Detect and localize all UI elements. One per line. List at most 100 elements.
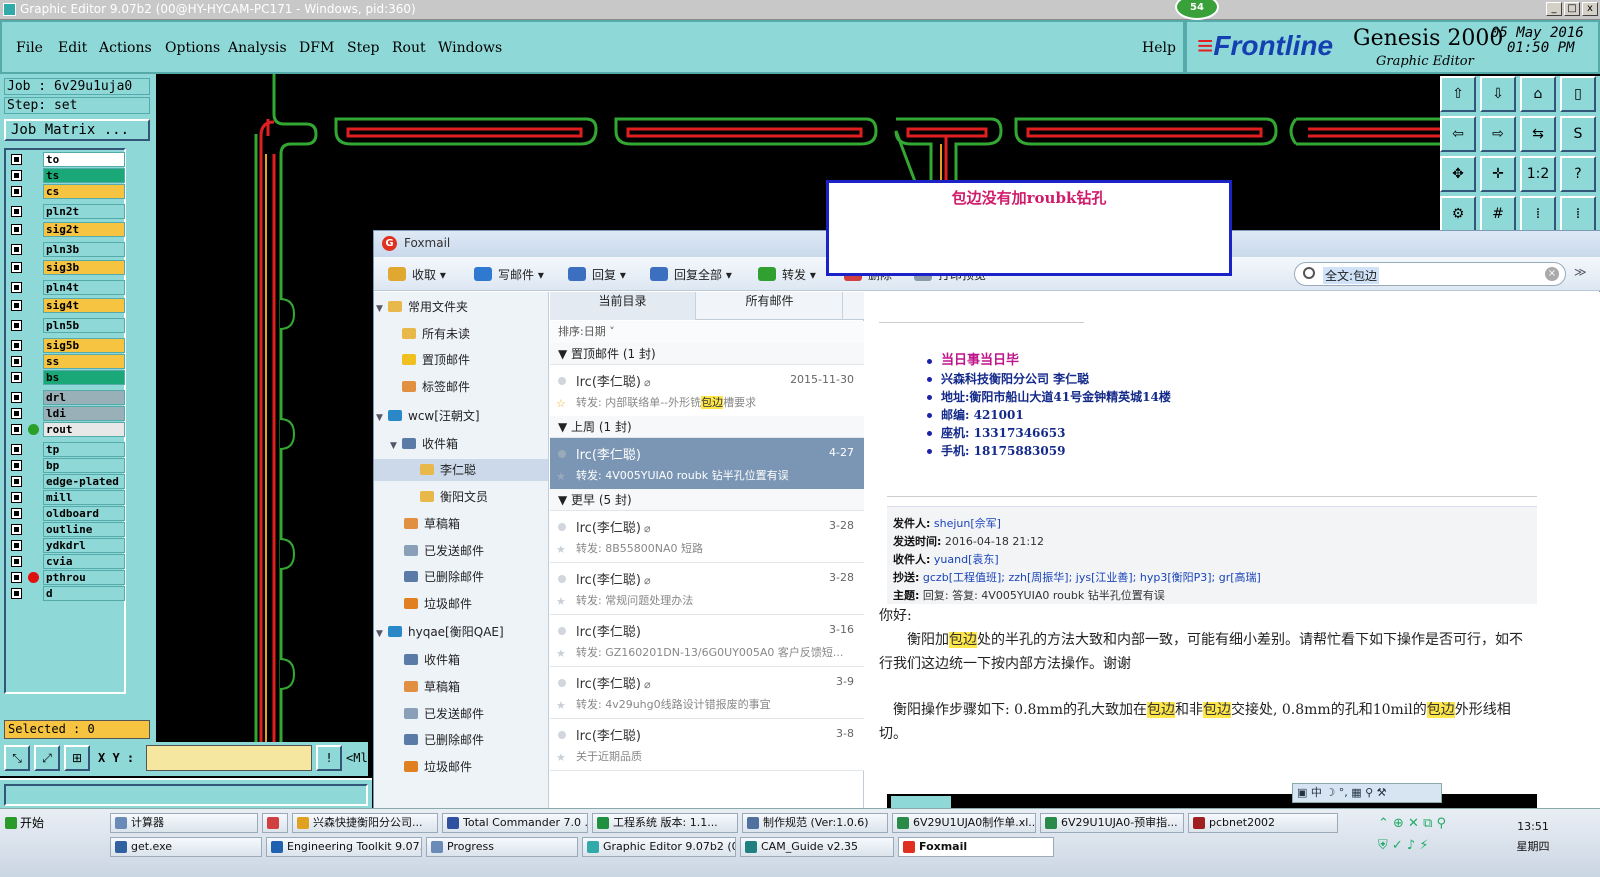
layer-row-bs[interactable]: bs <box>9 370 127 385</box>
layer-checkbox[interactable] <box>11 170 22 181</box>
layer-name[interactable]: sig2t <box>43 222 125 237</box>
layer-checkbox[interactable] <box>11 392 22 403</box>
menu-options[interactable]: Options <box>165 40 220 56</box>
menu-actions[interactable]: Actions <box>99 40 152 56</box>
layer-row-pln4t[interactable]: pln4t <box>9 280 127 295</box>
grid-view-icon[interactable]: # <box>1480 196 1516 232</box>
layer-checkbox[interactable] <box>11 524 22 535</box>
tool-icon[interactable]: ⚙ <box>1440 196 1476 232</box>
folder-unread[interactable]: 所有未读 <box>402 323 470 345</box>
layer-name[interactable]: pln5b <box>43 318 125 333</box>
layer-checkbox[interactable] <box>11 408 22 419</box>
folder-starred[interactable]: 置顶邮件 <box>402 349 470 371</box>
layer-row-ss[interactable]: ss <box>9 354 127 369</box>
layer-name[interactable]: bp <box>43 458 125 473</box>
star-icon[interactable]: ★ <box>556 595 566 608</box>
folder-drafts2[interactable]: 草稿箱 <box>404 676 460 698</box>
menu-rout[interactable]: Rout <box>392 40 426 56</box>
layer-name[interactable]: tp <box>43 442 125 457</box>
layers-red-icon[interactable]: ⁞ <box>1520 196 1556 232</box>
layer-checkbox[interactable] <box>11 206 22 217</box>
menu-file[interactable]: File <box>16 40 43 56</box>
folder-inbox1[interactable]: ▼ 收件箱 <box>390 433 458 455</box>
taskbar-item[interactable]: Graphic Editor 9.07b2 (0... <box>582 837 736 857</box>
star-icon[interactable]: ☆ <box>556 397 566 410</box>
mail-item[interactable]: ★ lrc(李仁聪) ⌀ 3-9 转发: 4v29uhg0线路设计错报废的事宜 <box>550 667 864 719</box>
search-box[interactable]: 全文:包边 × <box>1294 262 1566 286</box>
layer-name[interactable]: to <box>43 152 125 167</box>
layer-row-tp[interactable]: tp <box>9 442 127 457</box>
folder-deleted2[interactable]: 已删除邮件 <box>404 729 484 751</box>
folder-deleted1[interactable]: 已删除邮件 <box>404 566 484 588</box>
layer-row-oldboard[interactable]: oldboard <box>9 506 127 521</box>
forward-button[interactable]: 转发 ▾ <box>758 266 816 283</box>
layer-name[interactable]: rout <box>43 422 125 437</box>
layer-name[interactable]: ss <box>43 354 125 369</box>
folder-common[interactable]: ▼ 常用文件夹 <box>376 296 468 318</box>
cc-links[interactable]: gczb[工程值班]; zzh[周振华]; jys[江业善]; hyp3[衡阳P… <box>923 571 1261 584</box>
to-link[interactable]: yuand[袁东] <box>934 553 999 566</box>
group-header[interactable]: ▼ 更早 (5 封) <box>550 489 864 511</box>
tab-current-folder[interactable]: 当前目录 <box>550 292 696 320</box>
taskbar-item[interactable]: 计算器 <box>110 813 258 833</box>
layer-checkbox[interactable] <box>11 476 22 487</box>
folder-hengyang[interactable]: 衡阳文员 <box>420 486 488 508</box>
layer-name[interactable]: bs <box>43 370 125 385</box>
layer-name[interactable]: cs <box>43 184 125 199</box>
layer-row-sig3b[interactable]: sig3b <box>9 260 127 275</box>
menu-analysis[interactable]: Analysis <box>228 40 287 56</box>
layer-row-rout[interactable]: rout <box>9 422 127 437</box>
layer-checkbox[interactable] <box>11 492 22 503</box>
clock[interactable]: 13:51 星期四 <box>1503 817 1563 857</box>
taskbar-item[interactable]: 6V29U1UJA0制作单.xl... <box>892 813 1036 833</box>
taskbar-item[interactable]: Engineering Toolkit 9.07... <box>266 837 422 857</box>
job-matrix-button[interactable]: Job Matrix ... <box>4 119 150 141</box>
layer-name[interactable]: edge-plated <box>43 474 125 489</box>
layer-row-sig4t[interactable]: sig4t <box>9 298 127 313</box>
layer-checkbox[interactable] <box>11 556 22 567</box>
panel-icon[interactable]: ▯ <box>1560 76 1596 112</box>
layer-name[interactable]: sig3b <box>43 260 125 275</box>
layer-row-cs[interactable]: cs <box>9 184 127 199</box>
layer-row-bp[interactable]: bp <box>9 458 127 473</box>
tray-icons[interactable]: ⌃ ⊕ ✕ ⧉ ⚲ ⛨ ✓ ♪ ⚡ <box>1378 813 1498 873</box>
layer-checkbox[interactable] <box>11 460 22 471</box>
layer-row-sig2t[interactable]: sig2t <box>9 222 127 237</box>
folder-tagged[interactable]: 标签邮件 <box>402 376 470 398</box>
mail-item[interactable]: ☆ lrc(李仁聪) ⌀ 2015-11-30 转发: 内部联络单--外形铣包边槽… <box>550 365 864 417</box>
move-icon[interactable]: ✛ <box>1480 156 1516 192</box>
layer-checkbox[interactable] <box>11 224 22 235</box>
layer-row-sig5b[interactable]: sig5b <box>9 338 127 353</box>
layer-row-pln3b[interactable]: pln3b <box>9 242 127 257</box>
pan-right-icon[interactable]: ⇨ <box>1480 116 1516 152</box>
star-icon[interactable]: ★ <box>556 751 566 764</box>
layer-checkbox[interactable] <box>11 356 22 367</box>
ime-toolbar[interactable]: ▣ 中 ☽ °, ▦ ⚲ ⚒ <box>1292 783 1442 803</box>
zoom-icon[interactable]: ⤡ <box>4 745 30 771</box>
taskbar-item[interactable]: 制作规范 (Ver:1.0.6) <box>742 813 888 833</box>
layer-row-outline[interactable]: outline <box>9 522 127 537</box>
folder-sent1[interactable]: 已发送邮件 <box>404 540 484 562</box>
layer-row-pln2t[interactable]: pln2t <box>9 204 127 219</box>
layer-checkbox[interactable] <box>11 444 22 455</box>
mail-item[interactable]: ★ lrc(李仁聪) 3-16 转发: GZ160201DN-13/6G0UY005A… <box>550 615 864 667</box>
layer-checkbox[interactable] <box>11 244 22 255</box>
tab-all-mail[interactable]: 所有邮件 <box>697 292 843 320</box>
minimize-button[interactable]: _ <box>1546 2 1562 16</box>
grid-icon[interactable]: ⊞ <box>64 745 90 771</box>
layer-checkbox[interactable] <box>11 540 22 551</box>
layer-name[interactable]: cvia <box>43 554 125 569</box>
taskbar-item[interactable]: 6V29U1UJA0-预审指... <box>1040 813 1184 833</box>
layer-name[interactable]: pln2t <box>43 204 125 219</box>
layer-checkbox[interactable] <box>11 508 22 519</box>
layer-checkbox[interactable] <box>11 588 22 599</box>
snake-icon[interactable]: S <box>1560 116 1596 152</box>
menu-windows[interactable]: Windows <box>438 40 502 56</box>
layer-name[interactable]: outline <box>43 522 125 537</box>
layer-name[interactable]: sig5b <box>43 338 125 353</box>
folder-drafts1[interactable]: 草稿箱 <box>404 513 460 535</box>
swap-icon[interactable]: ⇆ <box>1520 116 1556 152</box>
upload-icon[interactable]: ⇧ <box>1440 76 1476 112</box>
layer-checkbox[interactable] <box>11 154 22 165</box>
mail-item[interactable]: ★ lrc(李仁聪) ⌀ 3-28 转发: 8B55800NA0 短路 <box>550 511 864 563</box>
